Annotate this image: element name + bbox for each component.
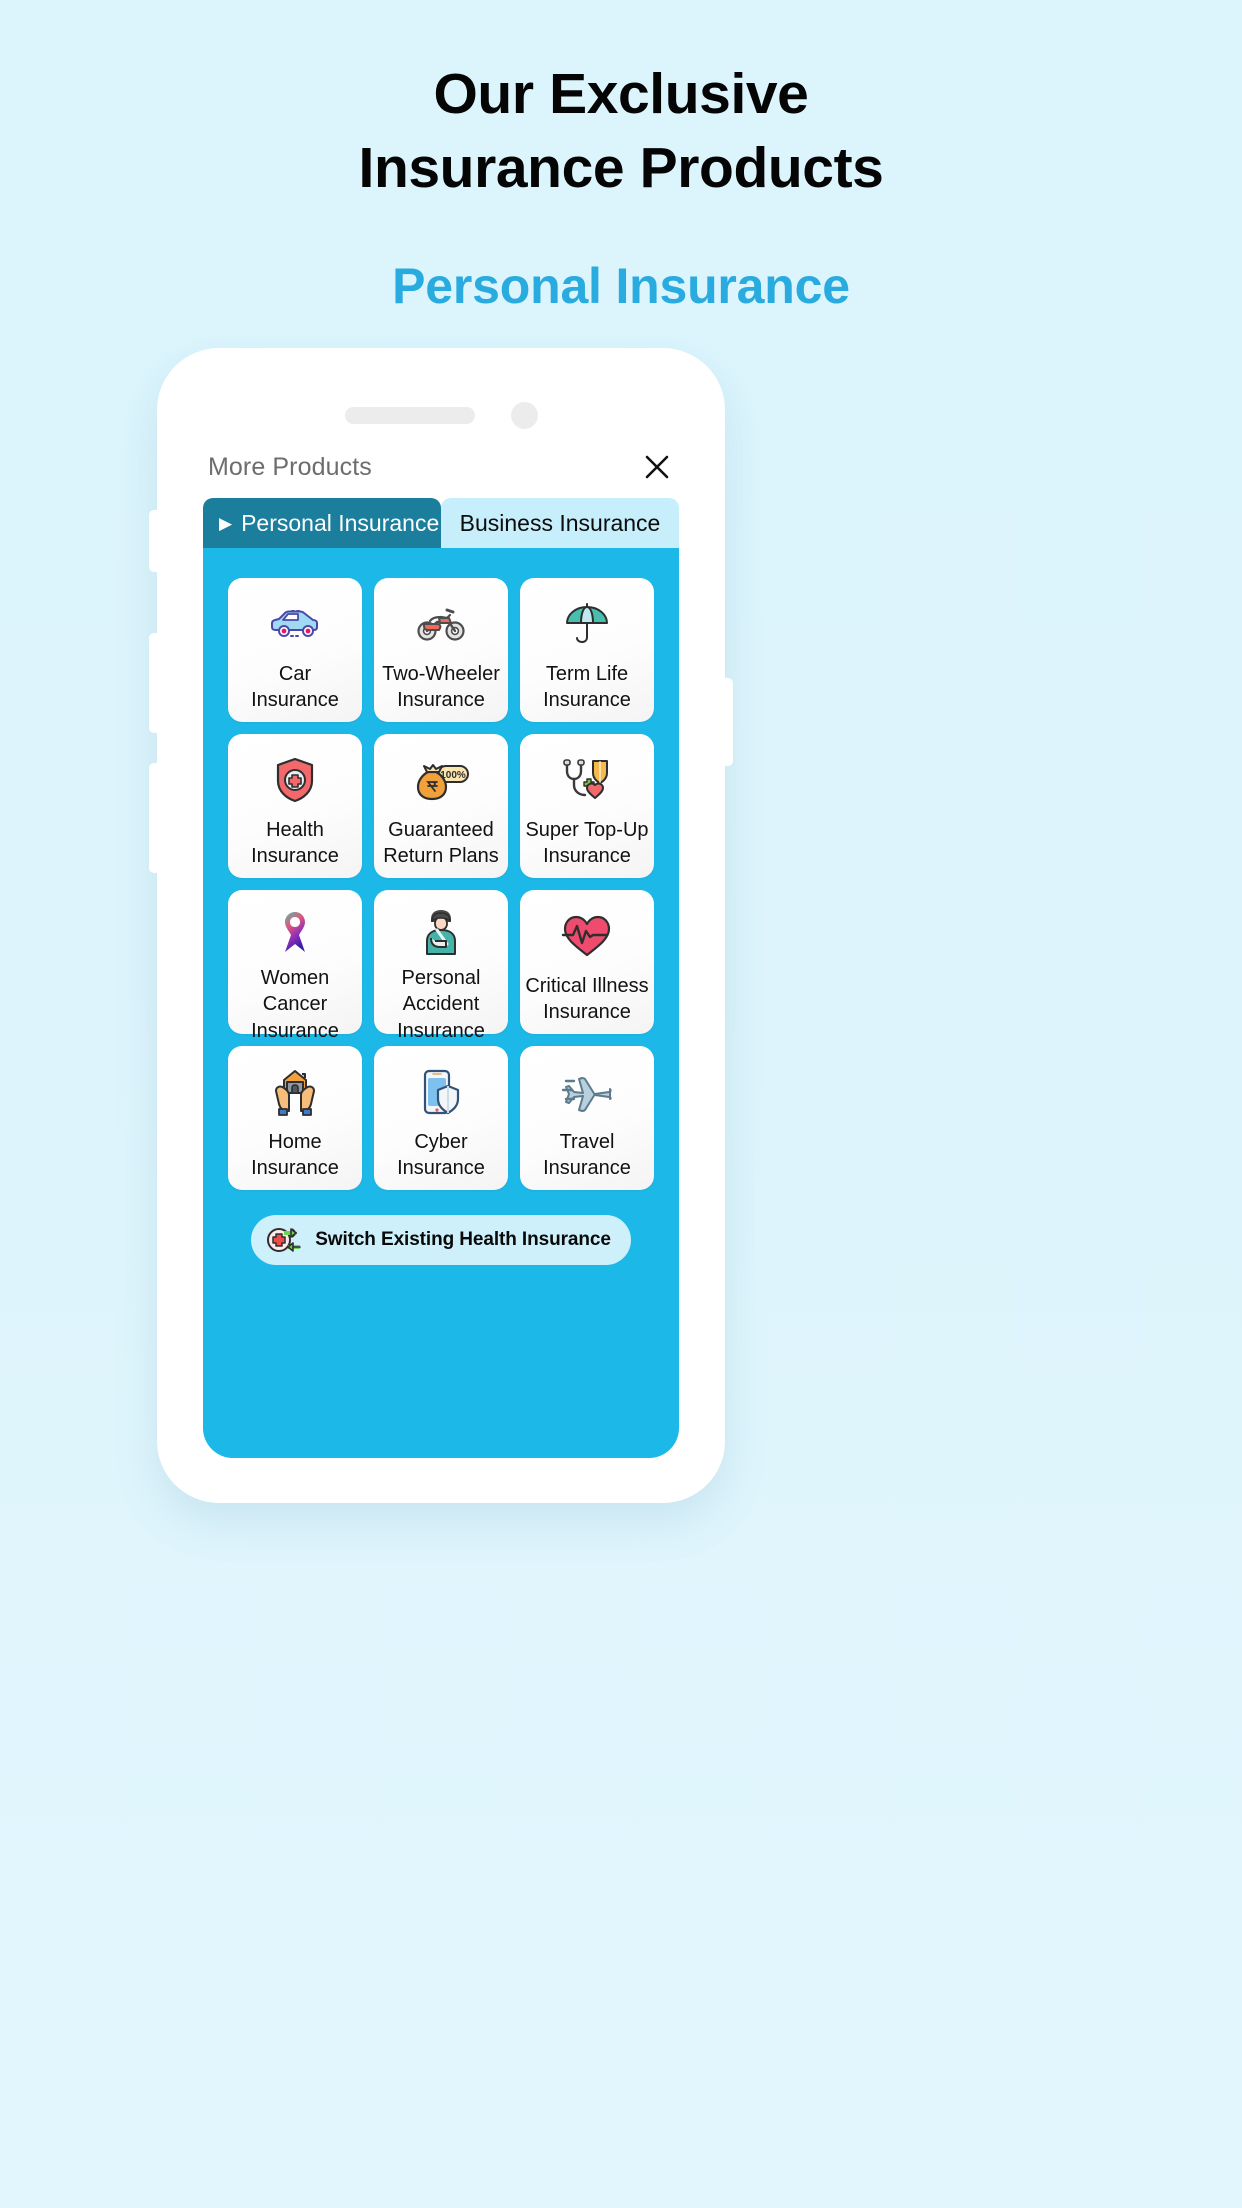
tab-bar: ▶ Personal Insurance Business Insurance (203, 498, 679, 548)
ribbon-icon (264, 908, 326, 956)
page-subheadline: Personal Insurance (392, 258, 850, 315)
phone-mockup: More Products ▶ Personal Insurance Busin… (149, 348, 733, 1503)
product-card-label: Personal Accident Insurance (397, 967, 485, 1042)
stethoscope-heart-icon (556, 752, 618, 808)
product-card-label: Travel Insurance (543, 1131, 631, 1180)
close-icon[interactable] (640, 450, 674, 484)
phone-front-camera (510, 401, 538, 429)
product-card-car-insurance[interactable]: Car Insurance (228, 578, 362, 722)
sheet-header: More Products (203, 436, 679, 498)
product-card-guaranteed-return-plans[interactable]: 100% Guaranteed Return Plans (374, 734, 508, 878)
product-card-home-insurance[interactable]: Home Insurance (228, 1046, 362, 1190)
hero-heading-block: Our Exclusive Insurance Products Persona… (0, 0, 1242, 315)
product-card-two-wheeler-insurance[interactable]: Two-Wheeler Insurance (374, 578, 508, 722)
sheet-title: More Products (208, 452, 372, 481)
shield-cross-icon (264, 752, 326, 808)
product-grid: Car Insurance Two-Wheeler Insurance Term… (203, 578, 679, 1190)
phone-volume-up-button (149, 633, 161, 733)
switch-health-icon (265, 1223, 305, 1257)
product-card-label: Cyber Insurance (397, 1131, 485, 1180)
product-card-health-insurance[interactable]: Health Insurance (228, 734, 362, 878)
product-card-super-top-up-insurance[interactable]: Super Top-Up Insurance (520, 734, 654, 878)
tab-business-insurance-label: Business Insurance (459, 509, 661, 536)
product-card-cyber-insurance[interactable]: Cyber Insurance (374, 1046, 508, 1190)
phone-notch (157, 400, 725, 430)
phone-volume-down-button (149, 763, 161, 873)
product-card-label: Super Top-Up Insurance (525, 819, 649, 868)
product-card-personal-accident-insurance[interactable]: Personal Accident Insurance (374, 890, 508, 1042)
product-card-critical-illness-insurance[interactable]: Critical Illness Insurance (520, 890, 654, 1034)
phone-power-button (721, 678, 733, 766)
car-icon (264, 596, 326, 652)
product-card-label: Two-Wheeler Insurance (382, 663, 500, 712)
umbrella-icon (556, 596, 618, 652)
switch-existing-health-insurance-button[interactable]: Switch Existing Health Insurance (251, 1215, 631, 1265)
product-card-women-cancer-insurance[interactable]: Women Cancer Insurance (228, 890, 362, 1042)
product-card-label: Women Cancer Insurance (251, 967, 339, 1042)
tab-business-insurance[interactable]: Business Insurance (441, 498, 679, 548)
injured-person-icon (410, 908, 472, 956)
airplane-icon (556, 1064, 618, 1120)
tab-personal-insurance-label: Personal Insurance (241, 509, 440, 536)
product-card-term-life-insurance[interactable]: Term Life Insurance (520, 578, 654, 722)
page-headline-line1: Our Exclusive (433, 62, 809, 126)
tab-personal-insurance[interactable]: ▶ Personal Insurance (203, 498, 441, 548)
product-card-label: Car Insurance (251, 663, 339, 712)
heart-pulse-icon (556, 908, 618, 964)
motorcycle-icon (410, 596, 472, 652)
play-triangle-icon: ▶ (219, 513, 233, 533)
phone-mute-switch (149, 510, 161, 572)
switch-button-wrapper: Switch Existing Health Insurance (203, 1215, 679, 1265)
product-card-label: Home Insurance (251, 1131, 339, 1180)
product-card-label: Critical Illness Insurance (525, 975, 649, 1024)
products-panel: Car Insurance Two-Wheeler Insurance Term… (203, 548, 679, 1458)
product-card-label: Health Insurance (251, 819, 339, 868)
phone-screen: More Products ▶ Personal Insurance Busin… (203, 436, 679, 1458)
product-card-label: Term Life Insurance (543, 663, 631, 712)
page-headline-line2: Insurance Products (358, 135, 884, 200)
product-card-label: Guaranteed Return Plans (383, 819, 499, 868)
hands-house-icon (264, 1064, 326, 1120)
phone-speaker-grille (344, 406, 475, 424)
phone-shield-icon (410, 1064, 472, 1120)
product-card-travel-insurance[interactable]: Travel Insurance (520, 1046, 654, 1190)
money-bag-icon: 100% (410, 752, 472, 808)
switch-button-label: Switch Existing Health Insurance (315, 1229, 611, 1250)
